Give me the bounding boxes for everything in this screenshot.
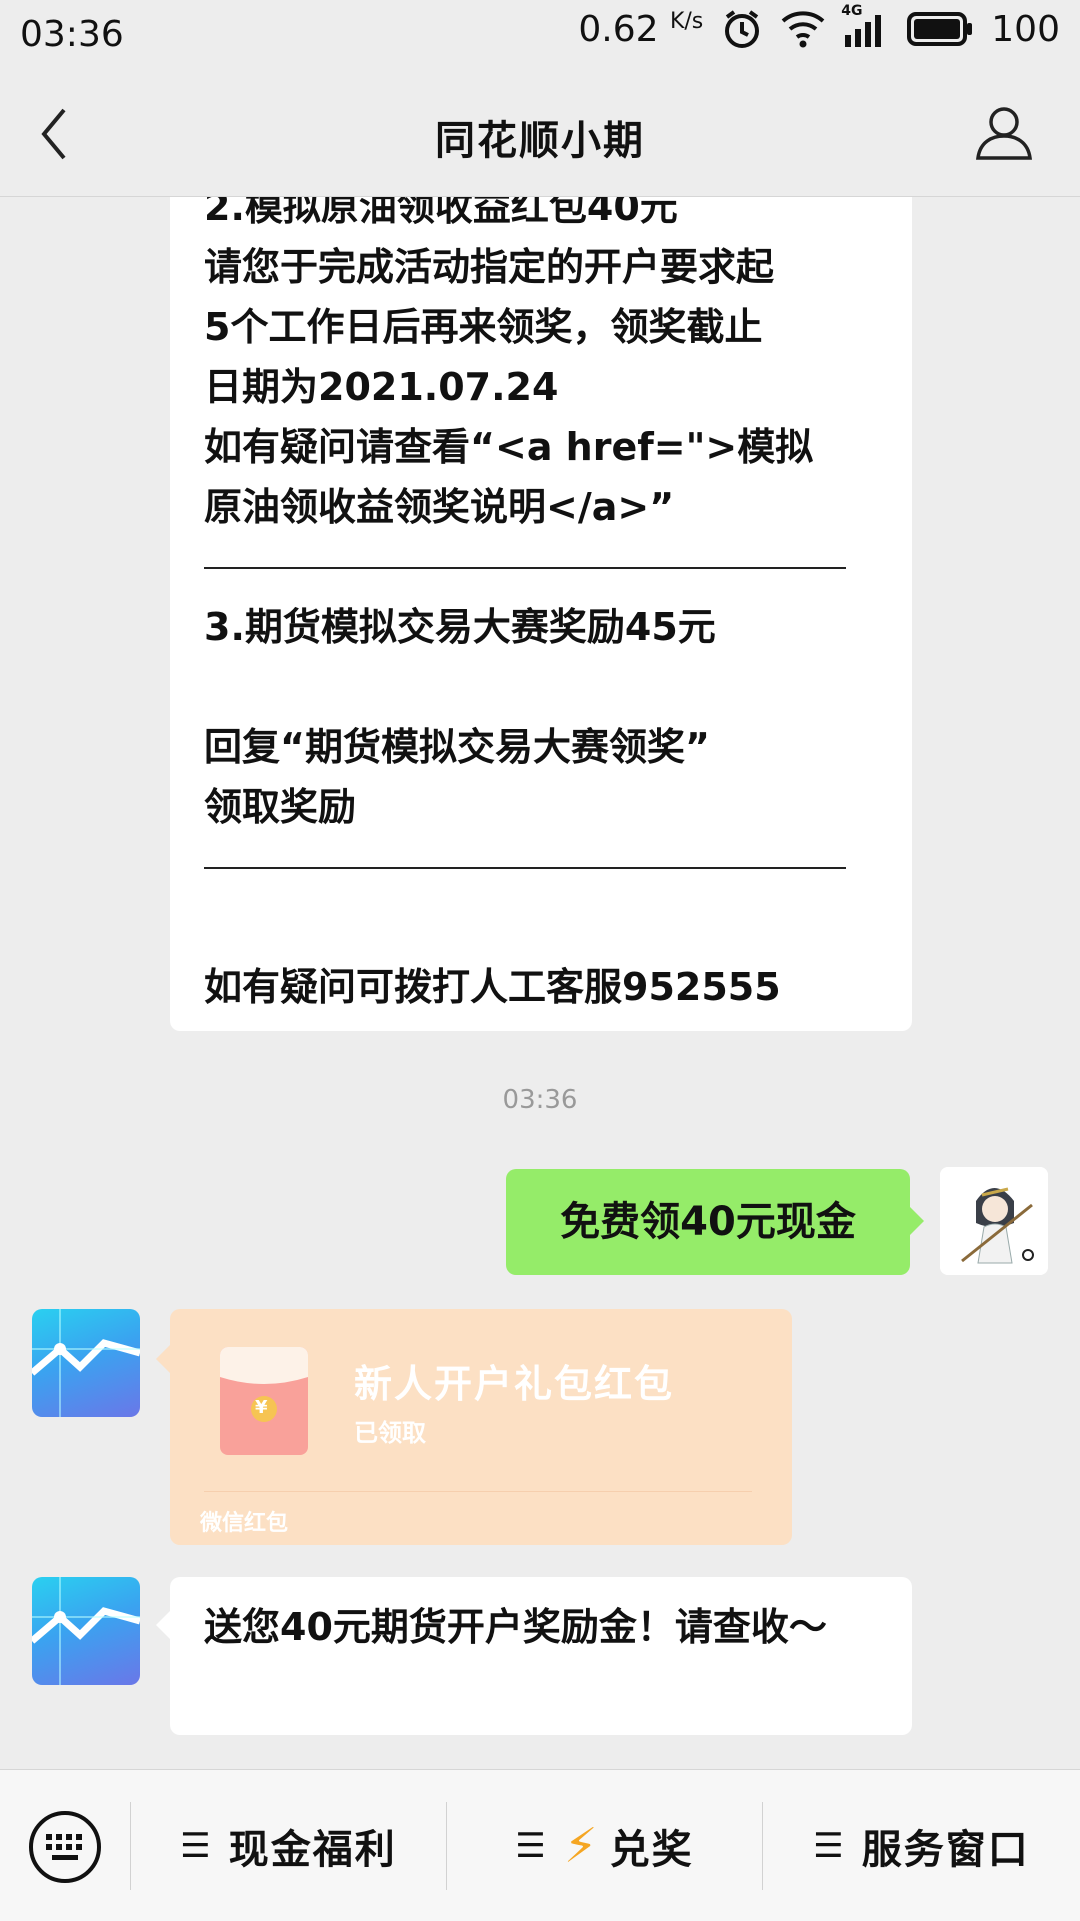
message-line: 2.模拟原油领收益红包40元 xyxy=(204,197,678,229)
menu-service-window[interactable]: ☰ 服务窗口 xyxy=(763,1770,1080,1921)
bot-avatar[interactable] xyxy=(32,1577,140,1685)
divider-line xyxy=(204,837,878,897)
menu-label: 兑奖 xyxy=(609,1826,694,1873)
wifi-icon xyxy=(781,9,825,49)
message-line: 请您于完成活动指定的开户要求起 xyxy=(204,245,775,289)
bottom-menu-bar: ☰ 现金福利 ☰ ⚡ 兑奖 ☰ 服务窗口 xyxy=(0,1769,1080,1921)
message-line: 如有疑问请查看“<a href=">模拟 xyxy=(204,425,814,469)
long-text-message[interactable]: 2.模拟原油领收益红包40元 请您于完成活动指定的开户要求起 5个工作日后再来领… xyxy=(170,197,912,1031)
menu-list-icon: ☰ xyxy=(515,1825,548,1866)
message-timestamp: 03:36 xyxy=(502,1085,578,1115)
menu-label: 现金福利 xyxy=(228,1826,397,1873)
keyboard-toggle-icon[interactable] xyxy=(28,1810,102,1888)
status-time: 03:36 xyxy=(20,14,124,55)
divider-line xyxy=(204,537,878,597)
battery-level: 100 xyxy=(991,8,1060,50)
status-bar: 03:36 0.62 K/s 4G 100 xyxy=(0,0,1080,72)
red-packet-footer: 微信红包 xyxy=(200,1511,289,1536)
battery-icon xyxy=(907,11,973,47)
cell-signal-icon: 4G xyxy=(841,3,889,49)
menu-list-icon: ☰ xyxy=(180,1825,213,1866)
user-message-bubble[interactable]: 免费领40元现金 xyxy=(506,1169,924,1275)
title-bar: 同花顺小期 xyxy=(0,72,1080,197)
lightning-icon: ⚡ xyxy=(563,1817,600,1874)
net-speed: 0.62 K/s xyxy=(578,8,704,50)
profile-icon[interactable] xyxy=(974,102,1034,166)
red-packet-card[interactable]: ¥ 新人开户礼包红包 已领取 微信红包 xyxy=(156,1309,792,1545)
menu-redeem[interactable]: ☰ ⚡ 兑奖 xyxy=(447,1770,762,1921)
red-packet-divider xyxy=(204,1491,752,1492)
bot-avatar[interactable] xyxy=(32,1309,140,1417)
red-packet-title: 新人开户礼包红包 xyxy=(354,1362,675,1406)
alarm-icon xyxy=(721,8,763,50)
message-line: 3.期货模拟交易大赛奖励45元 xyxy=(204,605,716,649)
reward-message[interactable]: 送您40元期货开户奖励金！请查收～ xyxy=(156,1577,912,1735)
red-packet-status: 已领取 xyxy=(354,1419,426,1447)
yuan-symbol: ¥ xyxy=(255,1397,268,1418)
chat-area[interactable]: 2.模拟原油领收益红包40元 请您于完成活动指定的开户要求起 5个工作日后再来领… xyxy=(0,197,1080,1769)
menu-label: 服务窗口 xyxy=(861,1826,1030,1873)
message-line: 5个工作日后再来领奖，领奖截止 xyxy=(204,305,763,349)
message-line: 原油领收益领奖说明</a>” xyxy=(204,485,675,529)
menu-cash-benefits[interactable]: ☰ 现金福利 xyxy=(131,1770,446,1921)
status-icons: 0.62 K/s 4G 100 xyxy=(578,3,1060,50)
menu-list-icon: ☰ xyxy=(813,1825,846,1866)
page-title: 同花顺小期 xyxy=(435,118,645,164)
message-line: 如有疑问可拨打人工客服952555 xyxy=(204,965,781,1009)
message-line: 领取奖励 xyxy=(204,785,357,829)
user-avatar[interactable] xyxy=(940,1167,1048,1275)
message-line: 回复“期货模拟交易大赛领奖” xyxy=(204,725,710,769)
message-line: 日期为2021.07.24 xyxy=(204,365,559,409)
